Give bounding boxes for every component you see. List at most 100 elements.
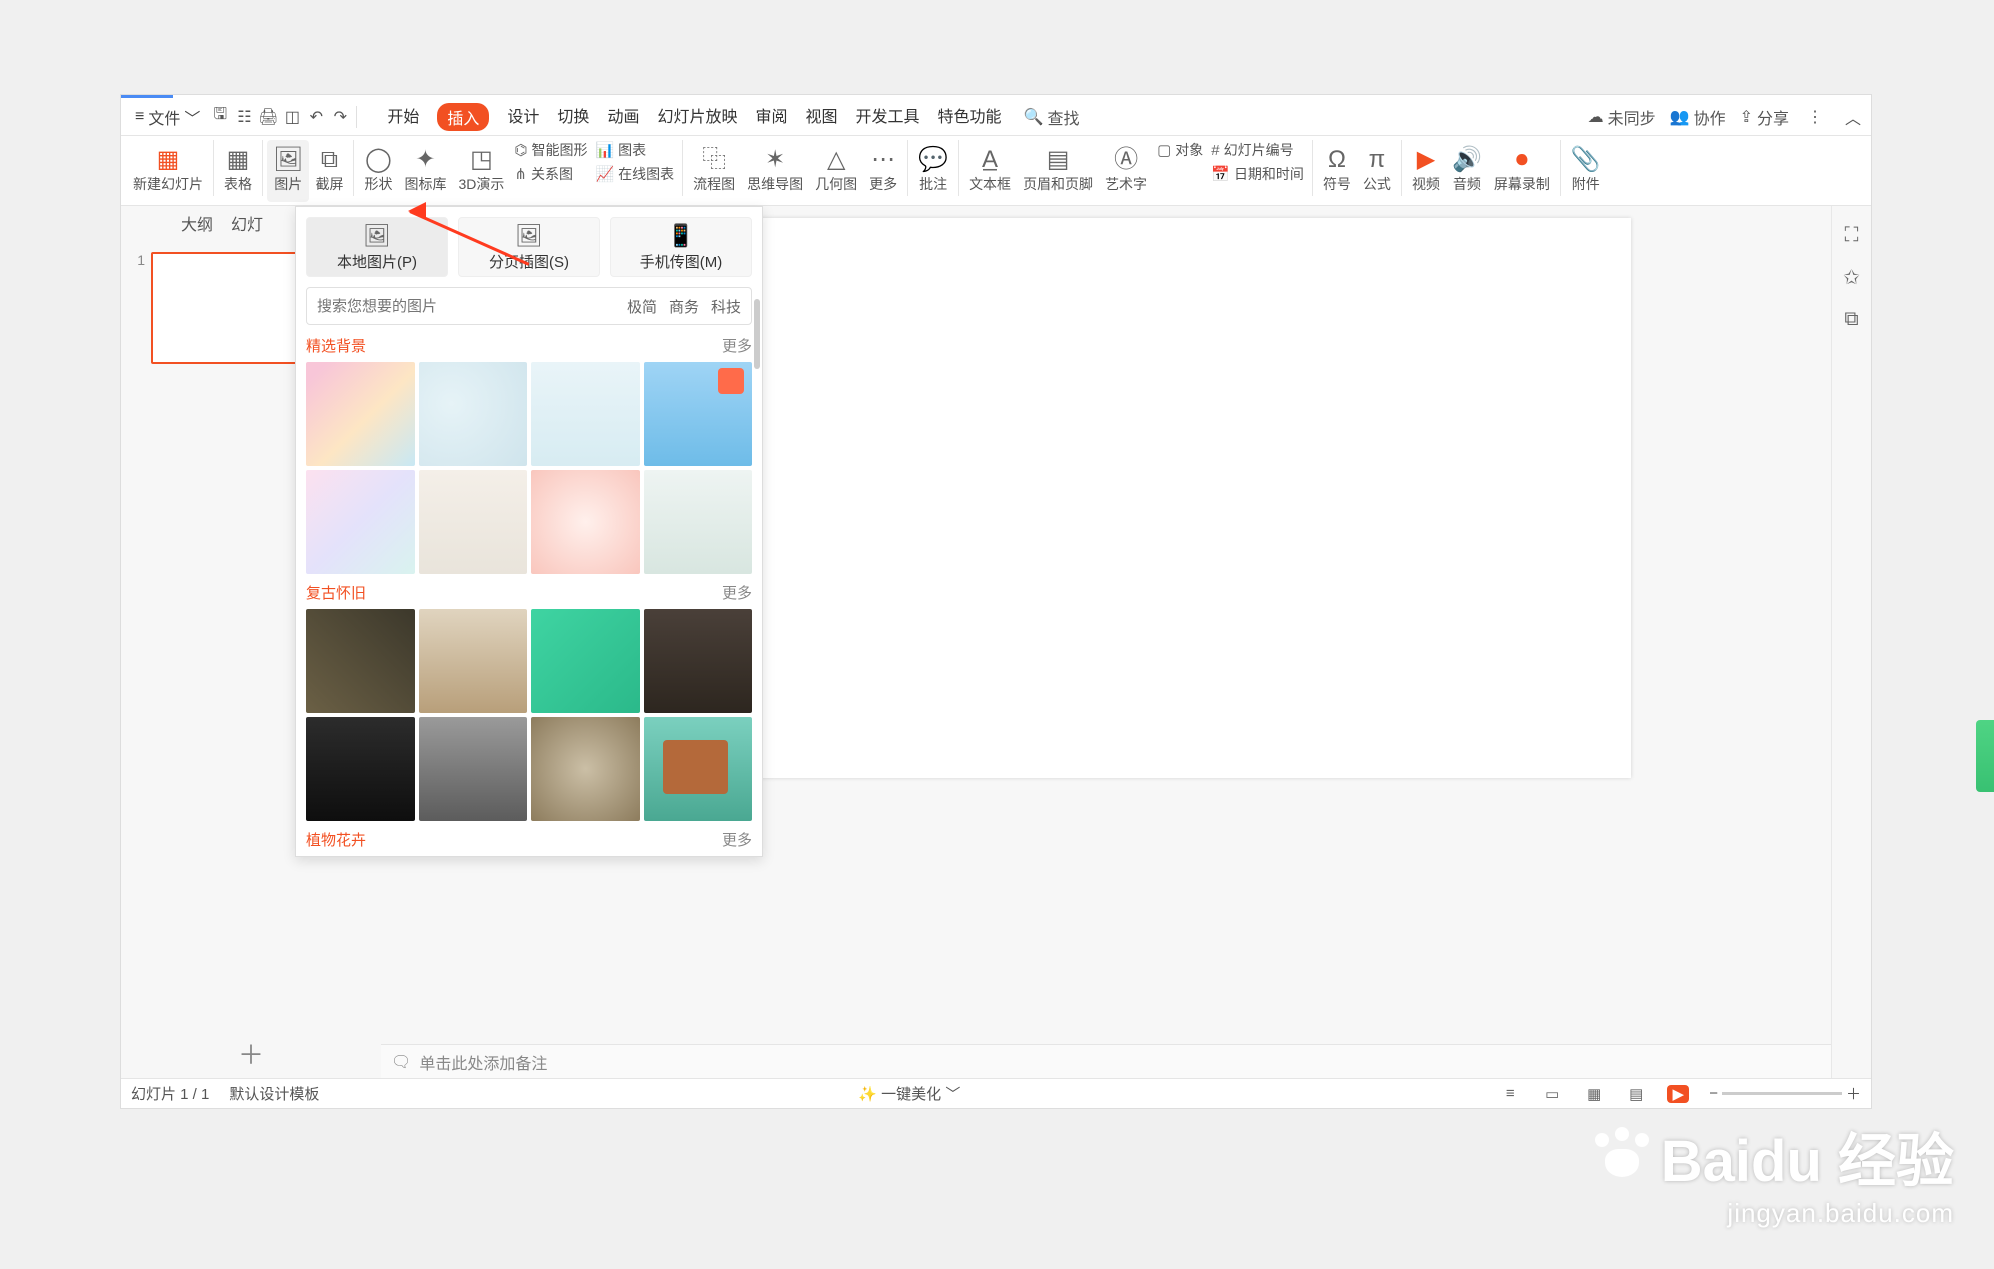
bg-thumb[interactable]	[419, 609, 528, 713]
collapse-ribbon-icon[interactable]: ︿	[1841, 105, 1865, 129]
phone-image-button[interactable]: 📱 手机传图(M)	[610, 217, 752, 277]
tab-review[interactable]: 审阅	[755, 103, 787, 131]
collab-button[interactable]: 👥协作	[1670, 105, 1726, 129]
screenrec-button[interactable]: ⏺屏幕录制	[1488, 140, 1556, 202]
sync-status[interactable]: ☁未同步	[1588, 105, 1656, 129]
more-icon[interactable]: ⋮	[1803, 107, 1827, 127]
chart-button[interactable]: 📊图表	[595, 140, 674, 160]
bg-thumb[interactable]	[306, 470, 415, 574]
bg-thumb[interactable]	[419, 717, 528, 821]
search-label: 查找	[1047, 105, 1079, 129]
save-as-icon[interactable]: ☷	[232, 107, 256, 127]
relation-button[interactable]: ⋔关系图	[514, 164, 587, 184]
tag-minimal[interactable]: 极简	[627, 296, 657, 317]
slidenum-label: 幻灯片编号	[1224, 140, 1294, 160]
table-button[interactable]: ▦表格	[218, 140, 258, 202]
object-button[interactable]: ▢对象	[1157, 140, 1203, 160]
screenshot-button[interactable]: ⧉截屏	[309, 140, 349, 202]
bg-thumb[interactable]	[531, 609, 640, 713]
tool-star-icon[interactable]: ✩	[1843, 265, 1860, 290]
bg-thumb[interactable]	[644, 362, 753, 466]
symbol-button[interactable]: Ω符号	[1317, 140, 1357, 202]
new-slide-button[interactable]: ▦新建幻灯片	[127, 140, 209, 202]
view-normal-icon[interactable]: ▭	[1541, 1085, 1563, 1103]
tab-slides[interactable]: 幻灯	[231, 211, 263, 235]
online-chart-button[interactable]: 📈在线图表	[595, 164, 674, 184]
tab-slideshow[interactable]: 幻灯片放映	[657, 103, 737, 131]
print-icon[interactable]: 🖨	[256, 107, 280, 127]
bg-thumb[interactable]	[419, 470, 528, 574]
local-image-button[interactable]: 🖼 本地图片(P)	[306, 217, 448, 277]
add-slide-button[interactable]: ＋	[121, 1029, 381, 1078]
tab-start[interactable]: 开始	[387, 103, 419, 131]
bg-thumb[interactable]	[306, 609, 415, 713]
view-notes-icon[interactable]: ≡	[1499, 1085, 1521, 1102]
tab-animation[interactable]: 动画	[607, 103, 639, 131]
picture-button[interactable]: 🖼图片	[267, 140, 309, 202]
dropdown-top-row: 🖼 本地图片(P) 🖼 分页插图(S) 📱 手机传图(M)	[296, 207, 762, 287]
print-preview-icon[interactable]: ◫	[280, 107, 304, 127]
zoom-out-icon[interactable]: −	[1709, 1085, 1718, 1102]
bg-thumb[interactable]	[306, 362, 415, 466]
tab-outline[interactable]: 大纲	[181, 211, 213, 235]
slideshow-button[interactable]: ▶	[1667, 1085, 1689, 1103]
comment-button[interactable]: 💬批注	[912, 140, 954, 202]
icon-lib-button[interactable]: ✦图标库	[398, 140, 452, 202]
mindmap-button[interactable]: ✶思维导图	[741, 140, 809, 202]
undo-icon[interactable]: ↶	[304, 107, 328, 127]
bg-thumb[interactable]	[644, 470, 753, 574]
tag-business[interactable]: 商务	[669, 296, 699, 317]
section-plants-more[interactable]: 更多	[722, 829, 752, 850]
file-menu-button[interactable]: ≡ 文件 ﹀	[127, 105, 208, 129]
notes-bar[interactable]: 🗨 单击此处添加备注	[381, 1044, 1831, 1078]
wordart-button[interactable]: Ⓐ艺术字	[1099, 140, 1153, 202]
tab-insert[interactable]: 插入	[437, 103, 489, 131]
bg-thumb[interactable]	[644, 717, 753, 821]
header-footer-button[interactable]: ▤页眉和页脚	[1017, 140, 1099, 202]
video-button[interactable]: ▶视频	[1406, 140, 1446, 202]
bg-thumb[interactable]	[531, 470, 640, 574]
audio-button[interactable]: 🔊音频	[1446, 140, 1488, 202]
page-illustration-button[interactable]: 🖼 分页插图(S)	[458, 217, 600, 277]
shape-button[interactable]: ◯形状	[358, 140, 398, 202]
view-reading-icon[interactable]: ▤	[1625, 1085, 1647, 1103]
tab-transition[interactable]: 切换	[557, 103, 589, 131]
tab-view[interactable]: 视图	[805, 103, 837, 131]
dropdown-scrollbar[interactable]	[754, 299, 760, 369]
search-button[interactable]: 🔍 查找	[1024, 105, 1080, 129]
textbox-button[interactable]: A̲文本框	[963, 140, 1017, 202]
bg-thumb[interactable]	[531, 717, 640, 821]
tag-tech[interactable]: 科技	[711, 296, 741, 317]
bg-thumb[interactable]	[644, 609, 753, 713]
geometry-button[interactable]: △几何图	[809, 140, 863, 202]
smart-art-button[interactable]: ⌬智能图形	[514, 140, 587, 160]
section-retro-more[interactable]: 更多	[722, 582, 752, 603]
formula-button[interactable]: π公式	[1357, 140, 1397, 202]
tool-settings-icon[interactable]: ⛶	[1845, 224, 1859, 247]
view-sorter-icon[interactable]: ▦	[1583, 1085, 1605, 1103]
tool-layers-icon[interactable]: ⧉	[1844, 308, 1858, 331]
tab-feature[interactable]: 特色功能	[938, 103, 1002, 131]
zoom-slider[interactable]	[1722, 1092, 1842, 1095]
bg-thumb[interactable]	[306, 717, 415, 821]
image-search-input[interactable]	[307, 298, 617, 315]
more-insert-button[interactable]: ⋯更多	[863, 140, 903, 202]
flow-button[interactable]: ⿻流程图	[687, 140, 741, 202]
share-button[interactable]: ⇪分享	[1740, 105, 1789, 129]
side-gripper[interactable]	[1976, 720, 1994, 792]
datetime-button[interactable]: 📅日期和时间	[1211, 164, 1304, 184]
section-featured-more[interactable]: 更多	[722, 335, 752, 356]
tab-devtools[interactable]: 开发工具	[856, 103, 920, 131]
bg-thumb[interactable]	[419, 362, 528, 466]
beautify-button[interactable]: ✨ 一键美化 ﹀	[858, 1083, 960, 1104]
zoom-in-icon[interactable]: ＋	[1846, 1083, 1861, 1104]
save-icon[interactable]: 🖫	[208, 103, 232, 130]
tab-design[interactable]: 设计	[507, 103, 539, 131]
redo-icon[interactable]: ↷	[328, 107, 352, 127]
slidenum-button[interactable]: #幻灯片编号	[1211, 140, 1304, 160]
three-d-button[interactable]: ◳3D演示	[452, 140, 510, 202]
bg-thumb[interactable]	[531, 362, 640, 466]
slide-canvas[interactable]	[661, 218, 1631, 778]
attachment-button[interactable]: 📎附件	[1565, 140, 1607, 202]
zoom-control[interactable]: − ＋	[1709, 1083, 1861, 1104]
